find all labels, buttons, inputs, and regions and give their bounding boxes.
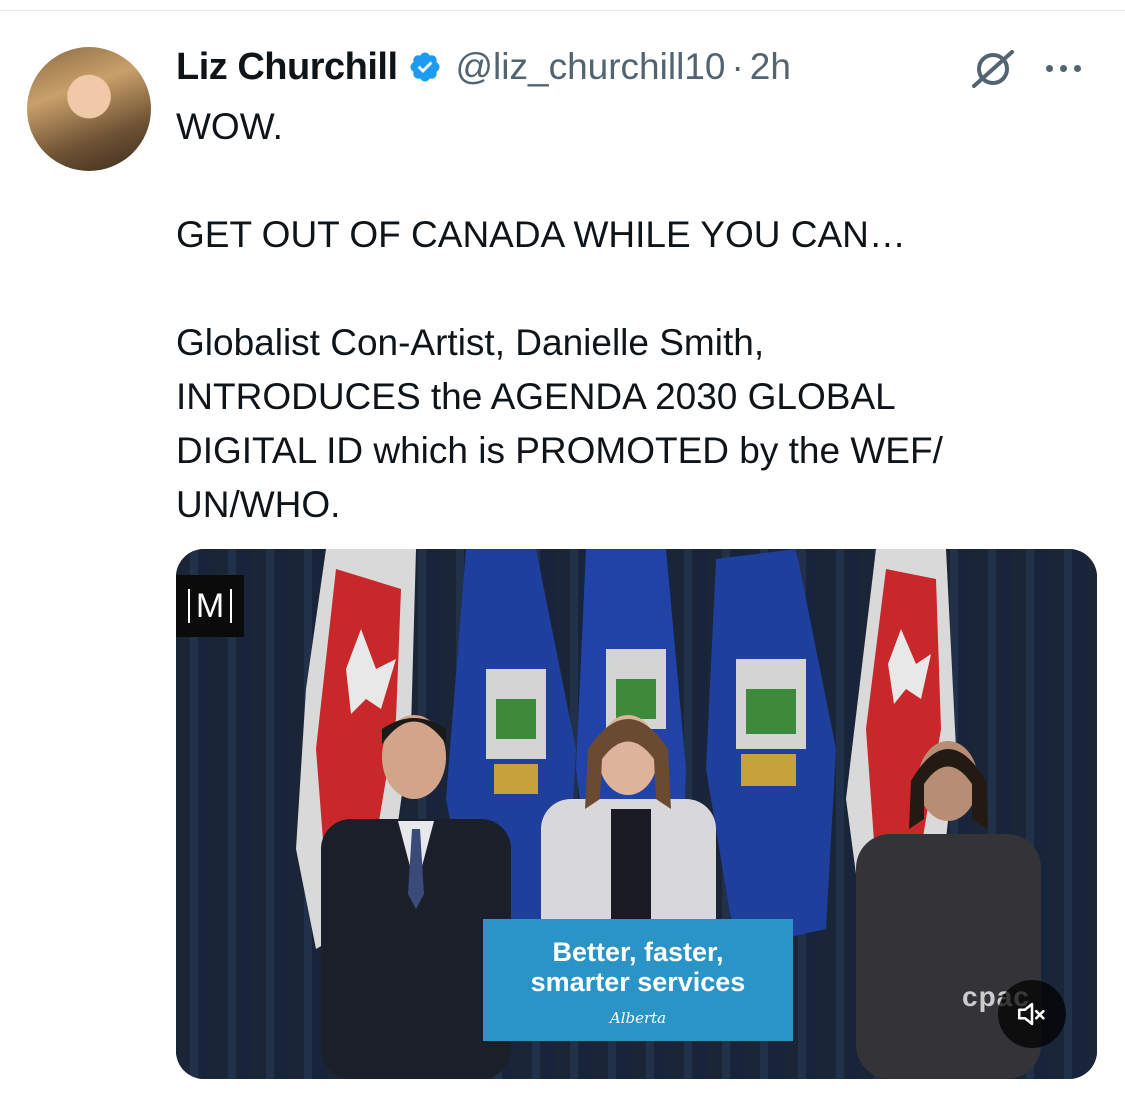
tweet-header: Liz Churchill @liz_churchill10 · 2h [176,44,791,90]
tweet-text: WOW. GET OUT OF CANADA WHILE YOU CAN… Gl… [176,106,943,525]
verified-badge-icon[interactable] [408,50,442,84]
mute-button[interactable] [998,980,1066,1048]
grok-icon[interactable] [968,44,1018,94]
podium-sign: Better, faster, smarter services Alberta [483,919,793,1041]
author-handle[interactable]: @liz_churchill10 [456,46,726,88]
alberta-flag-3 [706,549,836,949]
podium-brand: Alberta [609,1009,667,1027]
channel-logo: M [176,575,244,637]
author-avatar[interactable] [27,47,151,171]
author-name[interactable]: Liz Churchill [176,46,398,89]
channel-logo-letter: M [187,589,233,623]
podium-line-1: Better, faster, [552,937,724,967]
more-options-icon[interactable] [1046,56,1096,80]
video-player[interactable]: M Better, faster, smarter services Alber… [176,549,1097,1079]
podium-line-2: smarter services [530,967,746,997]
timestamp[interactable]: 2h [750,46,791,88]
top-divider [0,10,1125,11]
separator: · [731,46,744,87]
muted-speaker-icon [1017,1002,1045,1026]
